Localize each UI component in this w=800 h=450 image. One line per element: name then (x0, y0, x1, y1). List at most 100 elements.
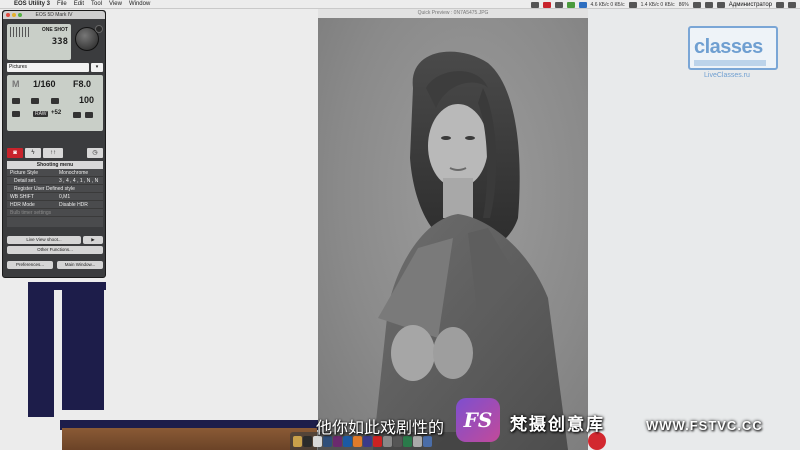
iso-value[interactable]: 100 (79, 95, 94, 105)
eos-toolbar: ◙ ϟ ↑↑ ◷ (7, 148, 103, 158)
menu-row-key: Register User Defined style (14, 186, 75, 192)
menu-row-key: Bulb timer settings (10, 210, 52, 216)
menu-row-value: Disable HDR (59, 202, 88, 208)
shooting-menu-header[interactable]: Shooting menu (7, 161, 103, 169)
folder-row: Pictures ▾ (7, 63, 103, 72)
logo-word: classes (694, 36, 763, 58)
main-window-button[interactable]: Main Window... (57, 261, 103, 269)
battery-icon[interactable] (692, 1, 701, 8)
menu-window[interactable]: Window (129, 1, 150, 7)
camera-status-lcd: ONE SHOT 338 (7, 24, 71, 60)
setup-tab[interactable]: ↑↑ (43, 148, 63, 158)
menu-row-value: 0,M1 (59, 194, 71, 200)
video-subtitle: 他你如此戏剧性的 (316, 418, 445, 437)
menu-edit[interactable]: Edit (74, 1, 84, 7)
preferences-button[interactable]: Preferences... (7, 261, 53, 269)
af-area-icon[interactable] (51, 98, 59, 104)
close-button[interactable] (6, 13, 10, 17)
menu-row-value: Monochrome (59, 170, 89, 176)
logo-site: LiveClasses.ru (704, 72, 750, 79)
desktop-shape (28, 282, 54, 417)
network-speed-1: 4.6 КБ/с 0 КБ/с (590, 1, 625, 8)
user-menu[interactable]: Администратор (729, 2, 772, 8)
portrait-image (373, 51, 568, 450)
movie-button[interactable]: ▶ (83, 236, 103, 244)
menu-view[interactable]: View (109, 1, 122, 7)
menu-bar: EOS Utility 3 File Edit Tool View Window… (0, 0, 800, 9)
picture-style-icon[interactable] (73, 112, 81, 118)
dial-button-icon[interactable] (95, 25, 103, 33)
adobe-cc-icon[interactable] (542, 1, 551, 8)
search-icon[interactable] (776, 1, 784, 8)
exposure-lcd: M 1/160 F8.0 100 RAW +52 (7, 75, 103, 131)
zoom-button[interactable] (18, 13, 22, 17)
menu-row-bulb-timer: Bulb timer settings (7, 209, 103, 217)
flash-settings-tab[interactable]: ϟ (25, 148, 41, 158)
preview-window-title: Quick Preview : 0N7A5475.JPG (318, 9, 588, 18)
monitor-icon[interactable] (554, 1, 563, 8)
minimize-button[interactable] (12, 13, 16, 17)
desktop-shape (62, 290, 104, 410)
menu-row-key: HDR Mode (10, 202, 35, 208)
af-mode: ONE SHOT (41, 27, 68, 33)
menu-row-picture-style[interactable]: Picture Style Monochrome (7, 169, 103, 177)
desktop-wood (62, 428, 317, 450)
menu-row-key: Detail set. (14, 178, 37, 184)
menu-row-value: 3 , 4 , 4 , 1 , N , N (59, 178, 99, 184)
camera-icon: ◙ (13, 150, 17, 156)
watermark-logo-icon: FS (456, 398, 500, 442)
cloud-icon[interactable] (578, 1, 587, 8)
dock-app-icon[interactable] (293, 435, 302, 447)
menu-row-wb-shift[interactable]: WB SHIFT 0,M1 (7, 193, 103, 201)
timer-button[interactable]: ◷ (87, 148, 103, 158)
preview-photo (318, 18, 588, 450)
timer-icon: ◷ (92, 150, 98, 156)
shots-remaining: 338 (51, 37, 68, 47)
card-icon[interactable] (85, 112, 93, 118)
menu-app-name[interactable]: EOS Utility 3 (14, 1, 50, 7)
volume-icon[interactable] (716, 1, 725, 8)
menu-row-detail-set[interactable]: Detail set. 3 , 4 , 4 , 1 , N , N (7, 177, 103, 185)
menu-row-hdr-mode[interactable]: HDR Mode Disable HDR (7, 201, 103, 209)
notification-icon[interactable] (788, 1, 796, 8)
wb-icon[interactable] (12, 98, 20, 104)
menu-file[interactable]: File (57, 1, 67, 7)
status-tray: 4.6 КБ/с 0 КБ/с 1.4 КБ/с 0 КБ/с 86% Адми… (530, 0, 796, 9)
movie-icon: ▶ (91, 237, 95, 242)
exposure-compensation[interactable]: +52 (51, 110, 61, 116)
camera-settings-tab[interactable]: ◙ (7, 148, 23, 158)
battery-bars-icon (10, 27, 30, 37)
metering-icon[interactable] (31, 98, 39, 104)
aperture-value[interactable]: F8.0 (73, 79, 91, 89)
drive-mode-icon[interactable] (12, 111, 20, 117)
camera-folder-icon[interactable]: ▾ (91, 63, 103, 72)
other-functions-button[interactable]: Other Functions... (7, 246, 103, 254)
image-quality[interactable]: RAW (33, 111, 49, 117)
watermark-url: WWW.FSTVC.CC (646, 418, 763, 433)
eos-title-bar: EOS 5D Mark IV (3, 11, 105, 19)
activity-icon[interactable] (566, 1, 575, 8)
dock-app-icon[interactable] (303, 435, 312, 447)
shooting-mode[interactable]: M (12, 79, 20, 89)
battery-percent: 86% (678, 1, 689, 8)
eos-window-title: EOS 5D Mark IV (35, 12, 73, 18)
cpu-icon[interactable] (628, 1, 637, 8)
logo-underline (694, 60, 766, 66)
flash-icon: ϟ (31, 150, 35, 156)
destination-folder-select[interactable]: Pictures (7, 63, 89, 72)
dropbox-icon[interactable] (530, 1, 539, 8)
window-controls (6, 13, 22, 17)
settings-icon: ↑↑ (50, 150, 56, 156)
wifi-icon[interactable] (704, 1, 713, 8)
desktop-right (588, 9, 800, 450)
menu-tool[interactable]: Tool (91, 1, 102, 7)
menu-row-register-style[interactable]: Register User Defined style (7, 185, 103, 193)
shutter-speed[interactable]: 1/160 (33, 79, 56, 89)
menu-row-key: Picture Style (10, 170, 39, 176)
shooting-menu: Shooting menu Picture Style Monochrome D… (7, 161, 103, 227)
eos-utility-panel: EOS 5D Mark IV ONE SHOT 338 Pictures ▾ M… (2, 10, 106, 278)
watermark-name: 梵摄创意库 (510, 415, 605, 435)
network-speed-2: 1.4 КБ/с 0 КБ/с (640, 1, 675, 8)
menu-row-key: WB SHIFT (10, 194, 34, 200)
live-view-shoot-button[interactable]: Live View shoot... (7, 236, 81, 244)
